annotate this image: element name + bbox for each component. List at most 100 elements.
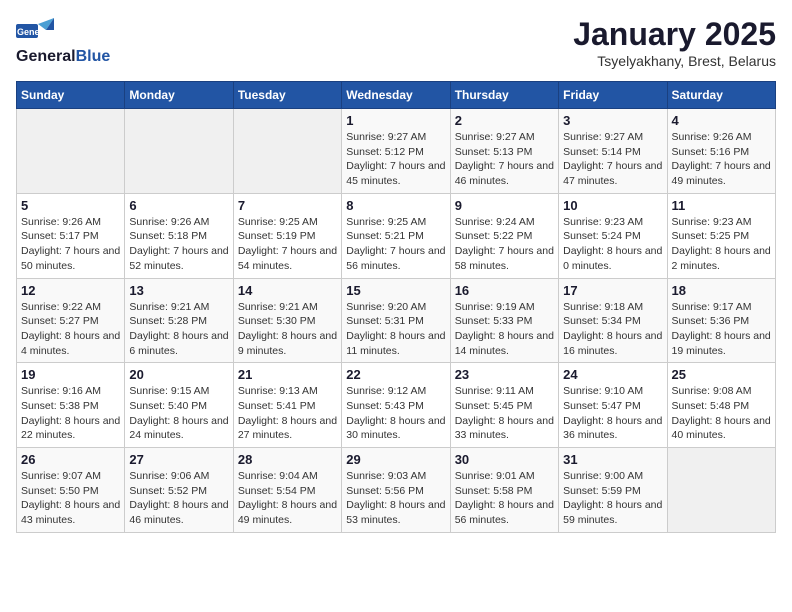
day-info: Sunrise: 9:03 AMSunset: 5:56 PMDaylight:… bbox=[346, 469, 445, 528]
logo-icon: General bbox=[16, 16, 56, 46]
calendar-cell: 28Sunrise: 9:04 AMSunset: 5:54 PMDayligh… bbox=[233, 448, 341, 533]
calendar-cell: 31 Sunrise: 9:00 AMSunset: 5:59 PMDayligh… bbox=[559, 448, 667, 533]
day-number: 29 bbox=[346, 452, 445, 467]
calendar-day-header: Sunday bbox=[17, 82, 125, 109]
day-number: 23 bbox=[455, 367, 554, 382]
day-number: 16 bbox=[455, 283, 554, 298]
calendar-week-row: 12 Sunrise: 9:22 AMSunset: 5:27 PMDayligh… bbox=[17, 278, 776, 363]
day-info: Sunrise: 9:27 AMSunset: 5:14 PMDaylight:… bbox=[563, 130, 662, 189]
day-info: Sunrise: 9:21 AMSunset: 5:28 PMDaylight:… bbox=[129, 300, 228, 359]
page-subtitle: Tsyelyakhany, Brest, Belarus bbox=[573, 53, 776, 69]
calendar-cell: 17 Sunrise: 9:18 AMSunset: 5:34 PMDayligh… bbox=[559, 278, 667, 363]
day-number: 7 bbox=[238, 198, 337, 213]
day-info: Sunrise: 9:16 AMSunset: 5:38 PMDaylight:… bbox=[21, 384, 120, 443]
calendar-cell: 14Sunrise: 9:21 AMSunset: 5:30 PMDayligh… bbox=[233, 278, 341, 363]
calendar-cell: 9 Sunrise: 9:24 AMSunset: 5:22 PMDaylight… bbox=[450, 193, 558, 278]
calendar-cell: 4 Sunrise: 9:26 AMSunset: 5:16 PMDaylight… bbox=[667, 109, 775, 194]
day-number: 10 bbox=[563, 198, 662, 213]
day-number: 21 bbox=[238, 367, 337, 382]
day-number: 22 bbox=[346, 367, 445, 382]
calendar-cell: 29 Sunrise: 9:03 AMSunset: 5:56 PMDayligh… bbox=[342, 448, 450, 533]
day-number: 14 bbox=[238, 283, 337, 298]
day-info: Sunrise: 9:07 AMSunset: 5:50 PMDaylight:… bbox=[21, 469, 120, 528]
day-info: Sunrise: 9:17 AMSunset: 5:36 PMDaylight:… bbox=[672, 300, 771, 359]
day-info: Sunrise: 9:24 AMSunset: 5:22 PMDaylight:… bbox=[455, 215, 554, 274]
day-info: Sunrise: 9:11 AMSunset: 5:45 PMDaylight:… bbox=[455, 384, 554, 443]
calendar-day-header: Monday bbox=[125, 82, 233, 109]
day-number: 25 bbox=[672, 367, 771, 382]
calendar-cell: 26 Sunrise: 9:07 AMSunset: 5:50 PMDayligh… bbox=[17, 448, 125, 533]
day-number: 1 bbox=[346, 113, 445, 128]
calendar-cell bbox=[125, 109, 233, 194]
day-info: Sunrise: 9:08 AMSunset: 5:48 PMDaylight:… bbox=[672, 384, 771, 443]
day-info: Sunrise: 9:27 AMSunset: 5:12 PMDaylight:… bbox=[346, 130, 445, 189]
day-info: Sunrise: 9:26 AMSunset: 5:16 PMDaylight:… bbox=[672, 130, 771, 189]
day-info: Sunrise: 9:00 AMSunset: 5:59 PMDaylight:… bbox=[563, 469, 662, 528]
calendar-cell: 27 Sunrise: 9:06 AMSunset: 5:52 PMDayligh… bbox=[125, 448, 233, 533]
day-info: Sunrise: 9:22 AMSunset: 5:27 PMDaylight:… bbox=[21, 300, 120, 359]
calendar-cell: 15 Sunrise: 9:20 AMSunset: 5:31 PMDayligh… bbox=[342, 278, 450, 363]
page-title: January 2025 bbox=[573, 16, 776, 53]
title-block: January 2025 Tsyelyakhany, Brest, Belaru… bbox=[573, 16, 776, 69]
day-info: Sunrise: 9:27 AMSunset: 5:13 PMDaylight:… bbox=[455, 130, 554, 189]
day-number: 6 bbox=[129, 198, 228, 213]
day-info: Sunrise: 9:25 AMSunset: 5:21 PMDaylight:… bbox=[346, 215, 445, 274]
calendar-cell: 12 Sunrise: 9:22 AMSunset: 5:27 PMDayligh… bbox=[17, 278, 125, 363]
calendar-cell bbox=[17, 109, 125, 194]
day-number: 11 bbox=[672, 198, 771, 213]
day-number: 2 bbox=[455, 113, 554, 128]
calendar-cell: 22 Sunrise: 9:12 AMSunset: 5:43 PMDayligh… bbox=[342, 363, 450, 448]
day-number: 17 bbox=[563, 283, 662, 298]
calendar-cell: 13 Sunrise: 9:21 AMSunset: 5:28 PMDayligh… bbox=[125, 278, 233, 363]
day-info: Sunrise: 9:25 AMSunset: 5:19 PMDaylight:… bbox=[238, 215, 337, 274]
day-number: 8 bbox=[346, 198, 445, 213]
calendar-week-row: 1 Sunrise: 9:27 AMSunset: 5:12 PMDaylight… bbox=[17, 109, 776, 194]
calendar-day-header: Tuesday bbox=[233, 82, 341, 109]
calendar-cell bbox=[667, 448, 775, 533]
calendar-cell: 8 Sunrise: 9:25 AMSunset: 5:21 PMDaylight… bbox=[342, 193, 450, 278]
day-info: Sunrise: 9:18 AMSunset: 5:34 PMDaylight:… bbox=[563, 300, 662, 359]
calendar-day-header: Saturday bbox=[667, 82, 775, 109]
day-info: Sunrise: 9:23 AMSunset: 5:25 PMDaylight:… bbox=[672, 215, 771, 274]
calendar-header-row: SundayMondayTuesdayWednesdayThursdayFrid… bbox=[17, 82, 776, 109]
calendar-week-row: 26 Sunrise: 9:07 AMSunset: 5:50 PMDayligh… bbox=[17, 448, 776, 533]
calendar-cell: 23 Sunrise: 9:11 AMSunset: 5:45 PMDayligh… bbox=[450, 363, 558, 448]
calendar-week-row: 5 Sunrise: 9:26 AMSunset: 5:17 PMDaylight… bbox=[17, 193, 776, 278]
day-number: 3 bbox=[563, 113, 662, 128]
day-info: Sunrise: 9:10 AMSunset: 5:47 PMDaylight:… bbox=[563, 384, 662, 443]
day-number: 24 bbox=[563, 367, 662, 382]
calendar-cell bbox=[233, 109, 341, 194]
calendar-cell: 2 Sunrise: 9:27 AMSunset: 5:13 PMDaylight… bbox=[450, 109, 558, 194]
day-number: 15 bbox=[346, 283, 445, 298]
day-info: Sunrise: 9:15 AMSunset: 5:40 PMDaylight:… bbox=[129, 384, 228, 443]
day-info: Sunrise: 9:12 AMSunset: 5:43 PMDaylight:… bbox=[346, 384, 445, 443]
calendar-cell: 1 Sunrise: 9:27 AMSunset: 5:12 PMDaylight… bbox=[342, 109, 450, 194]
day-info: Sunrise: 9:26 AMSunset: 5:18 PMDaylight:… bbox=[129, 215, 228, 274]
day-info: Sunrise: 9:23 AMSunset: 5:24 PMDaylight:… bbox=[563, 215, 662, 274]
logo-general-text: General bbox=[16, 48, 76, 66]
calendar-cell: 25 Sunrise: 9:08 AMSunset: 5:48 PMDayligh… bbox=[667, 363, 775, 448]
calendar-day-header: Friday bbox=[559, 82, 667, 109]
day-number: 4 bbox=[672, 113, 771, 128]
day-number: 5 bbox=[21, 198, 120, 213]
day-number: 13 bbox=[129, 283, 228, 298]
day-info: Sunrise: 9:06 AMSunset: 5:52 PMDaylight:… bbox=[129, 469, 228, 528]
calendar-table: SundayMondayTuesdayWednesdayThursdayFrid… bbox=[16, 81, 776, 533]
day-number: 12 bbox=[21, 283, 120, 298]
day-number: 30 bbox=[455, 452, 554, 467]
logo-blue-text: Blue bbox=[76, 48, 111, 66]
day-number: 26 bbox=[21, 452, 120, 467]
day-number: 27 bbox=[129, 452, 228, 467]
day-info: Sunrise: 9:26 AMSunset: 5:17 PMDaylight:… bbox=[21, 215, 120, 274]
calendar-cell: 18Sunrise: 9:17 AMSunset: 5:36 PMDayligh… bbox=[667, 278, 775, 363]
calendar-day-header: Wednesday bbox=[342, 82, 450, 109]
day-info: Sunrise: 9:20 AMSunset: 5:31 PMDaylight:… bbox=[346, 300, 445, 359]
day-number: 31 bbox=[563, 452, 662, 467]
calendar-cell: 3 Sunrise: 9:27 AMSunset: 5:14 PMDaylight… bbox=[559, 109, 667, 194]
calendar-cell: 7 Sunrise: 9:25 AMSunset: 5:19 PMDaylight… bbox=[233, 193, 341, 278]
day-number: 19 bbox=[21, 367, 120, 382]
calendar-cell: 20Sunrise: 9:15 AMSunset: 5:40 PMDayligh… bbox=[125, 363, 233, 448]
day-number: 9 bbox=[455, 198, 554, 213]
calendar-cell: 24 Sunrise: 9:10 AMSunset: 5:47 PMDayligh… bbox=[559, 363, 667, 448]
calendar-day-header: Thursday bbox=[450, 82, 558, 109]
